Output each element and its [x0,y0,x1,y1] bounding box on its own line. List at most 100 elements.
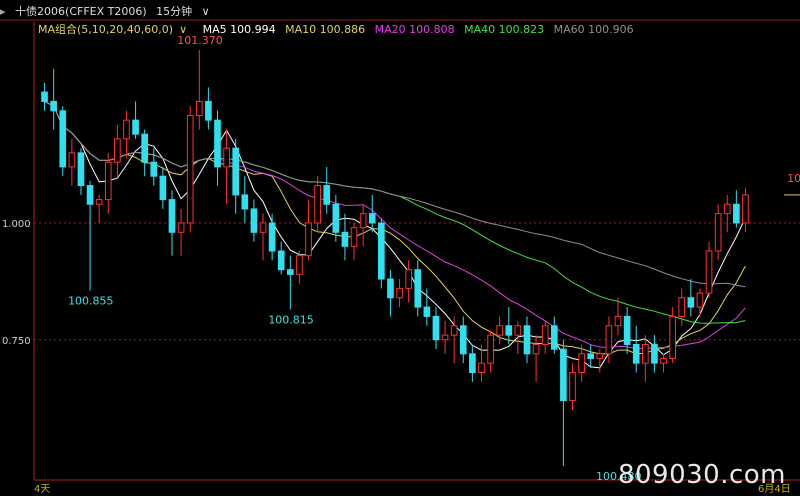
candle-body [368,213,376,224]
ma60-line [44,100,746,288]
candle-body [742,194,749,224]
ma10-legend: MA10 100.886 [285,23,366,36]
ma20-legend: MA20 100.808 [374,23,455,36]
candle-body [77,152,85,187]
candle-body [50,100,57,112]
candle-body [478,362,485,374]
ma-group-dropdown-icon[interactable]: ∨ [179,23,187,36]
instrument-label[interactable]: 十债2006(CFFEX T2006) [15,5,147,18]
candle-body [469,353,476,374]
ma5-legend: MA5 100.994 [202,23,276,36]
candle-body [705,250,713,294]
candle-body [596,353,604,359]
candle-body [614,315,622,327]
candle-body [696,292,704,308]
back-arrow-icon[interactable]: ▸ [0,5,6,18]
ma40-line [44,100,746,324]
candle-body [268,222,276,252]
candle-body [587,353,595,359]
candle-body [232,147,240,196]
y-tick-label-0: 1.000 [2,219,31,230]
extreme-label-1: 100.855 [68,295,114,308]
candle-body [68,152,76,168]
candle-body [286,269,294,275]
candle-body [560,348,567,402]
candle-body [632,343,640,364]
candle-body [550,325,558,350]
ma-legend: MA组合(5,10,20,40,60,0) ∨ MA5 100.994 MA10 … [38,21,640,37]
candle-body [405,269,412,289]
candle-body [195,100,203,116]
candle-body [505,325,513,336]
candle-body [305,222,312,257]
candle-body [714,213,722,252]
candle-body [323,185,331,205]
extreme-label-2: 100.815 [268,313,314,326]
candle-body [578,353,585,374]
candle-body [523,325,531,355]
candle-body [687,297,695,308]
candle-body [350,227,358,247]
candle-body [277,250,285,271]
candle-body [259,222,267,233]
candle-body [541,325,549,345]
candle-body [414,269,422,308]
candle-body [168,199,176,233]
candle-body [177,222,185,233]
candle-body [114,138,121,163]
candle-body [150,161,158,177]
ma10-line [44,100,746,355]
candlestick-chart: 1.0000.750101.370100.855100.815100.48010… [0,19,800,483]
candle-body [641,343,649,364]
period-dropdown-icon[interactable]: ∨ [202,5,210,18]
candle-body [396,287,403,299]
candle-body [496,325,504,336]
candle-body [569,372,576,402]
candle-body [59,110,67,168]
ma40-legend: MA40 100.823 [464,23,545,36]
candle-body [141,133,149,163]
candle-body [723,203,731,215]
candle-body [223,147,230,168]
candle-body [132,119,139,135]
ma5-line [44,100,746,369]
candle-body [532,343,540,355]
candle-body [387,278,394,299]
y-tick-label-1: 0.750 [2,336,31,347]
candle-body [450,325,458,336]
candle-body [514,325,522,336]
candle-body [678,297,686,317]
candle-body [623,315,631,345]
candle-body [296,255,303,275]
candle-body [159,175,167,201]
candle-body [341,231,349,247]
candle-body [205,100,212,121]
candle-body [123,119,130,140]
ma20-line [44,100,746,350]
candle-body [487,334,494,364]
chart-header: ▸ 十债2006(CFFEX T2006) 15分钟 ∨ [0,3,216,19]
candle-body [459,325,467,355]
candle-body [214,119,221,168]
candle-body [186,114,194,224]
extreme-label-4: 101.075 [787,172,800,185]
period-label[interactable]: 15分钟 [156,5,192,18]
candle-body [660,357,667,364]
candle-body [250,208,258,233]
ma60-legend: MA60 100.906 [553,23,634,36]
candle-body [651,343,658,364]
time-start-label: 4天 [34,484,51,495]
candle-body [432,315,440,341]
candle-body [332,203,340,233]
candle-body [86,185,94,205]
watermark: 809030.com [617,460,786,490]
candle-body [359,213,367,229]
candle-body [423,306,431,317]
candle-body [241,194,249,210]
candle-body [95,199,103,205]
candle-body [104,161,112,201]
candle-body [669,315,676,359]
candle-body [733,203,740,224]
ma-group-label[interactable]: MA组合(5,10,20,40,60,0) ∨ [38,23,197,36]
candle-body [314,185,321,224]
